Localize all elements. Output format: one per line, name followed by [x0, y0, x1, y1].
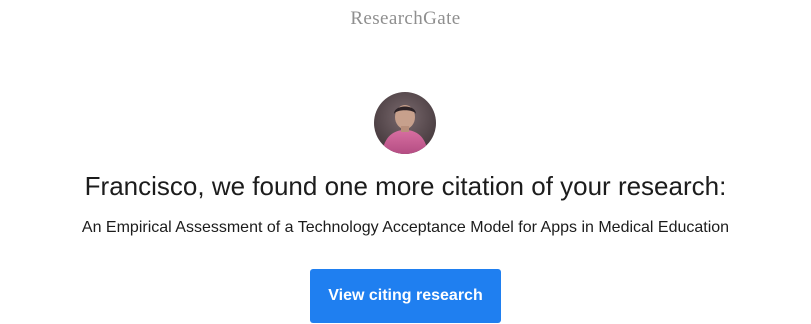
- view-citing-research-button[interactable]: View citing research: [310, 269, 501, 323]
- user-avatar-icon: [374, 92, 436, 154]
- avatar: [374, 92, 436, 154]
- headline: Francisco, we found one more citation of…: [84, 171, 727, 201]
- researchgate-logo-text[interactable]: ResearchGate: [0, 8, 811, 30]
- cited-paper-title[interactable]: An Empirical Assessment of a Technology …: [0, 219, 811, 237]
- view-citing-research-label: View citing research: [328, 287, 483, 304]
- citation-email: ResearchGate Francisco, we found one mor…: [0, 0, 811, 324]
